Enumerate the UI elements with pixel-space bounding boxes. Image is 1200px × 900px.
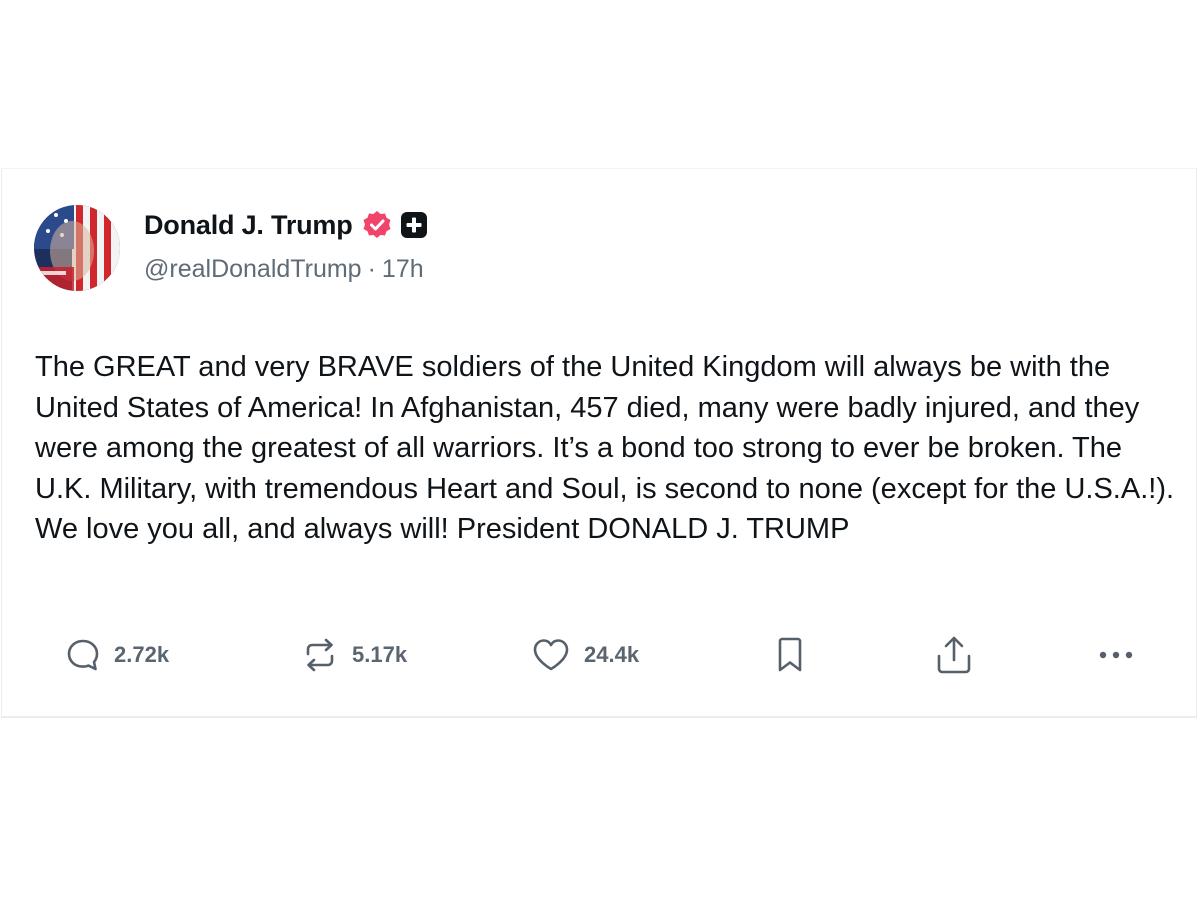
bookmark-icon xyxy=(772,635,808,675)
author-identity: Donald J. Trump @realDonaldTrump · 17h xyxy=(144,205,429,284)
reply-count: 2.72k xyxy=(114,642,170,667)
like-button[interactable]: 24.4k xyxy=(530,631,639,679)
name-row: Donald J. Trump xyxy=(144,207,429,243)
avatar[interactable] xyxy=(34,205,120,291)
more-dots-icon xyxy=(1096,649,1136,661)
reply-button[interactable]: 2.72k xyxy=(64,631,169,679)
post-actions-bar: 2.72k 5.17k 24.4k xyxy=(2,631,1198,679)
meta-separator: · xyxy=(367,255,376,283)
post-timestamp[interactable]: 17h xyxy=(382,255,424,284)
avatar-image xyxy=(34,205,120,291)
post-text: The GREAT and very BRAVE soldiers of the… xyxy=(35,351,1175,545)
heart-icon xyxy=(530,635,572,675)
repost-arrows-icon xyxy=(300,635,340,675)
repost-count: 5.17k xyxy=(352,642,408,667)
handle-row: @realDonaldTrump · 17h xyxy=(144,255,429,284)
author-handle[interactable]: @realDonaldTrump xyxy=(144,255,362,284)
verified-check-icon xyxy=(361,209,393,241)
more-options-button[interactable] xyxy=(1096,631,1136,679)
reply-bubble-icon xyxy=(64,636,102,674)
like-count: 24.4k xyxy=(584,642,640,667)
plus-badge-icon xyxy=(399,210,429,240)
post-header: Donald J. Trump @realDonaldTrump · 17h xyxy=(34,205,429,295)
share-button[interactable] xyxy=(934,631,974,679)
share-upload-icon xyxy=(934,634,974,676)
post-card: Donald J. Trump @realDonaldTrump · 17h T… xyxy=(1,168,1197,718)
bookmark-button[interactable] xyxy=(772,631,808,679)
repost-button[interactable]: 5.17k xyxy=(300,631,407,679)
author-display-name[interactable]: Donald J. Trump xyxy=(144,210,353,241)
